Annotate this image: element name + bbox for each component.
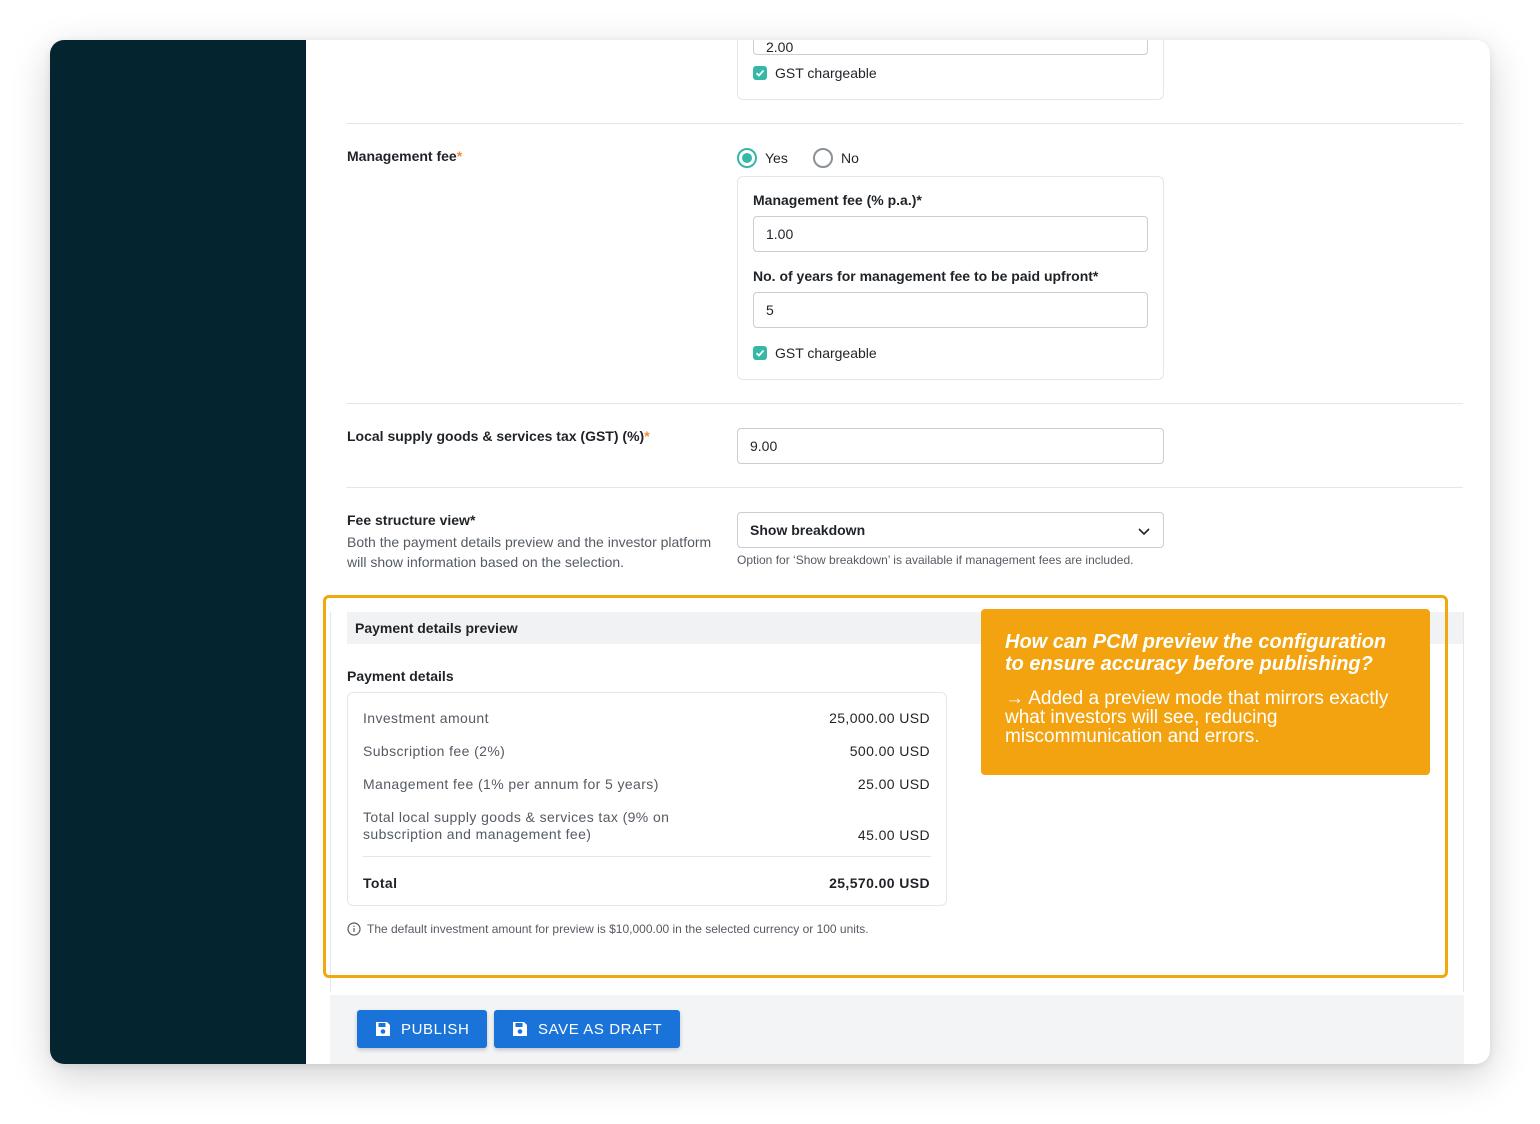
gst-chargeable-checkbox[interactable]: GST chargeable [753,345,877,361]
sidebar [50,40,306,1064]
divider [346,123,1463,124]
gst-chargeable-label: GST chargeable [775,345,877,361]
management-fee-years-input[interactable]: 5 [753,292,1148,328]
save-icon [376,1022,390,1036]
gst-chargeable-checkbox-top[interactable]: GST chargeable [753,65,877,81]
fee-structure-select[interactable]: Show breakdown [737,512,1164,548]
management-fee-percent-label: Management fee (% p.a.)* [753,192,922,208]
gst-label: Local supply goods & services tax (GST) … [347,428,650,444]
check-icon [753,346,767,360]
radio-yes-label: Yes [765,150,788,166]
divider [346,403,1463,404]
management-fee-percent-input[interactable]: 1.00 [753,216,1148,252]
callout-question: How can PCM preview the configuration to… [1005,631,1387,675]
radio-no-label: No [841,150,859,166]
check-icon [753,66,767,80]
radio-no[interactable]: No [813,148,859,168]
save-icon [513,1022,527,1036]
chevron-down-icon [1138,528,1150,536]
gst-chargeable-label: GST chargeable [775,65,877,81]
callout-answer: → Added a preview mode that mirrors exac… [1005,688,1389,747]
divider [346,487,1463,488]
management-fee-label: Management fee* [347,148,463,164]
publish-button[interactable]: PUBLISH [357,1010,488,1048]
fee-structure-note: Option for ‘Show breakdown’ is available… [737,553,1134,567]
upfront-fee-input[interactable]: 2.00 [753,40,1148,55]
fee-structure-helper: Both the payment details preview and the… [347,534,712,570]
callout-note: How can PCM preview the configuration to… [981,609,1430,775]
radio-no-indicator[interactable] [813,148,833,168]
radio-yes[interactable]: Yes [737,148,788,168]
gst-input[interactable]: 9.00 [737,428,1164,464]
fee-structure-selected: Show breakdown [750,522,866,538]
radio-yes-indicator[interactable] [737,148,757,168]
app-window: 2.00 GST chargeable Management fee* Yes … [50,40,1490,1064]
save-draft-button[interactable]: SAVE AS DRAFT [494,1010,681,1048]
fee-structure-label: Fee structure view* [347,512,476,528]
management-fee-years-label: No. of years for management fee to be pa… [753,268,1099,284]
